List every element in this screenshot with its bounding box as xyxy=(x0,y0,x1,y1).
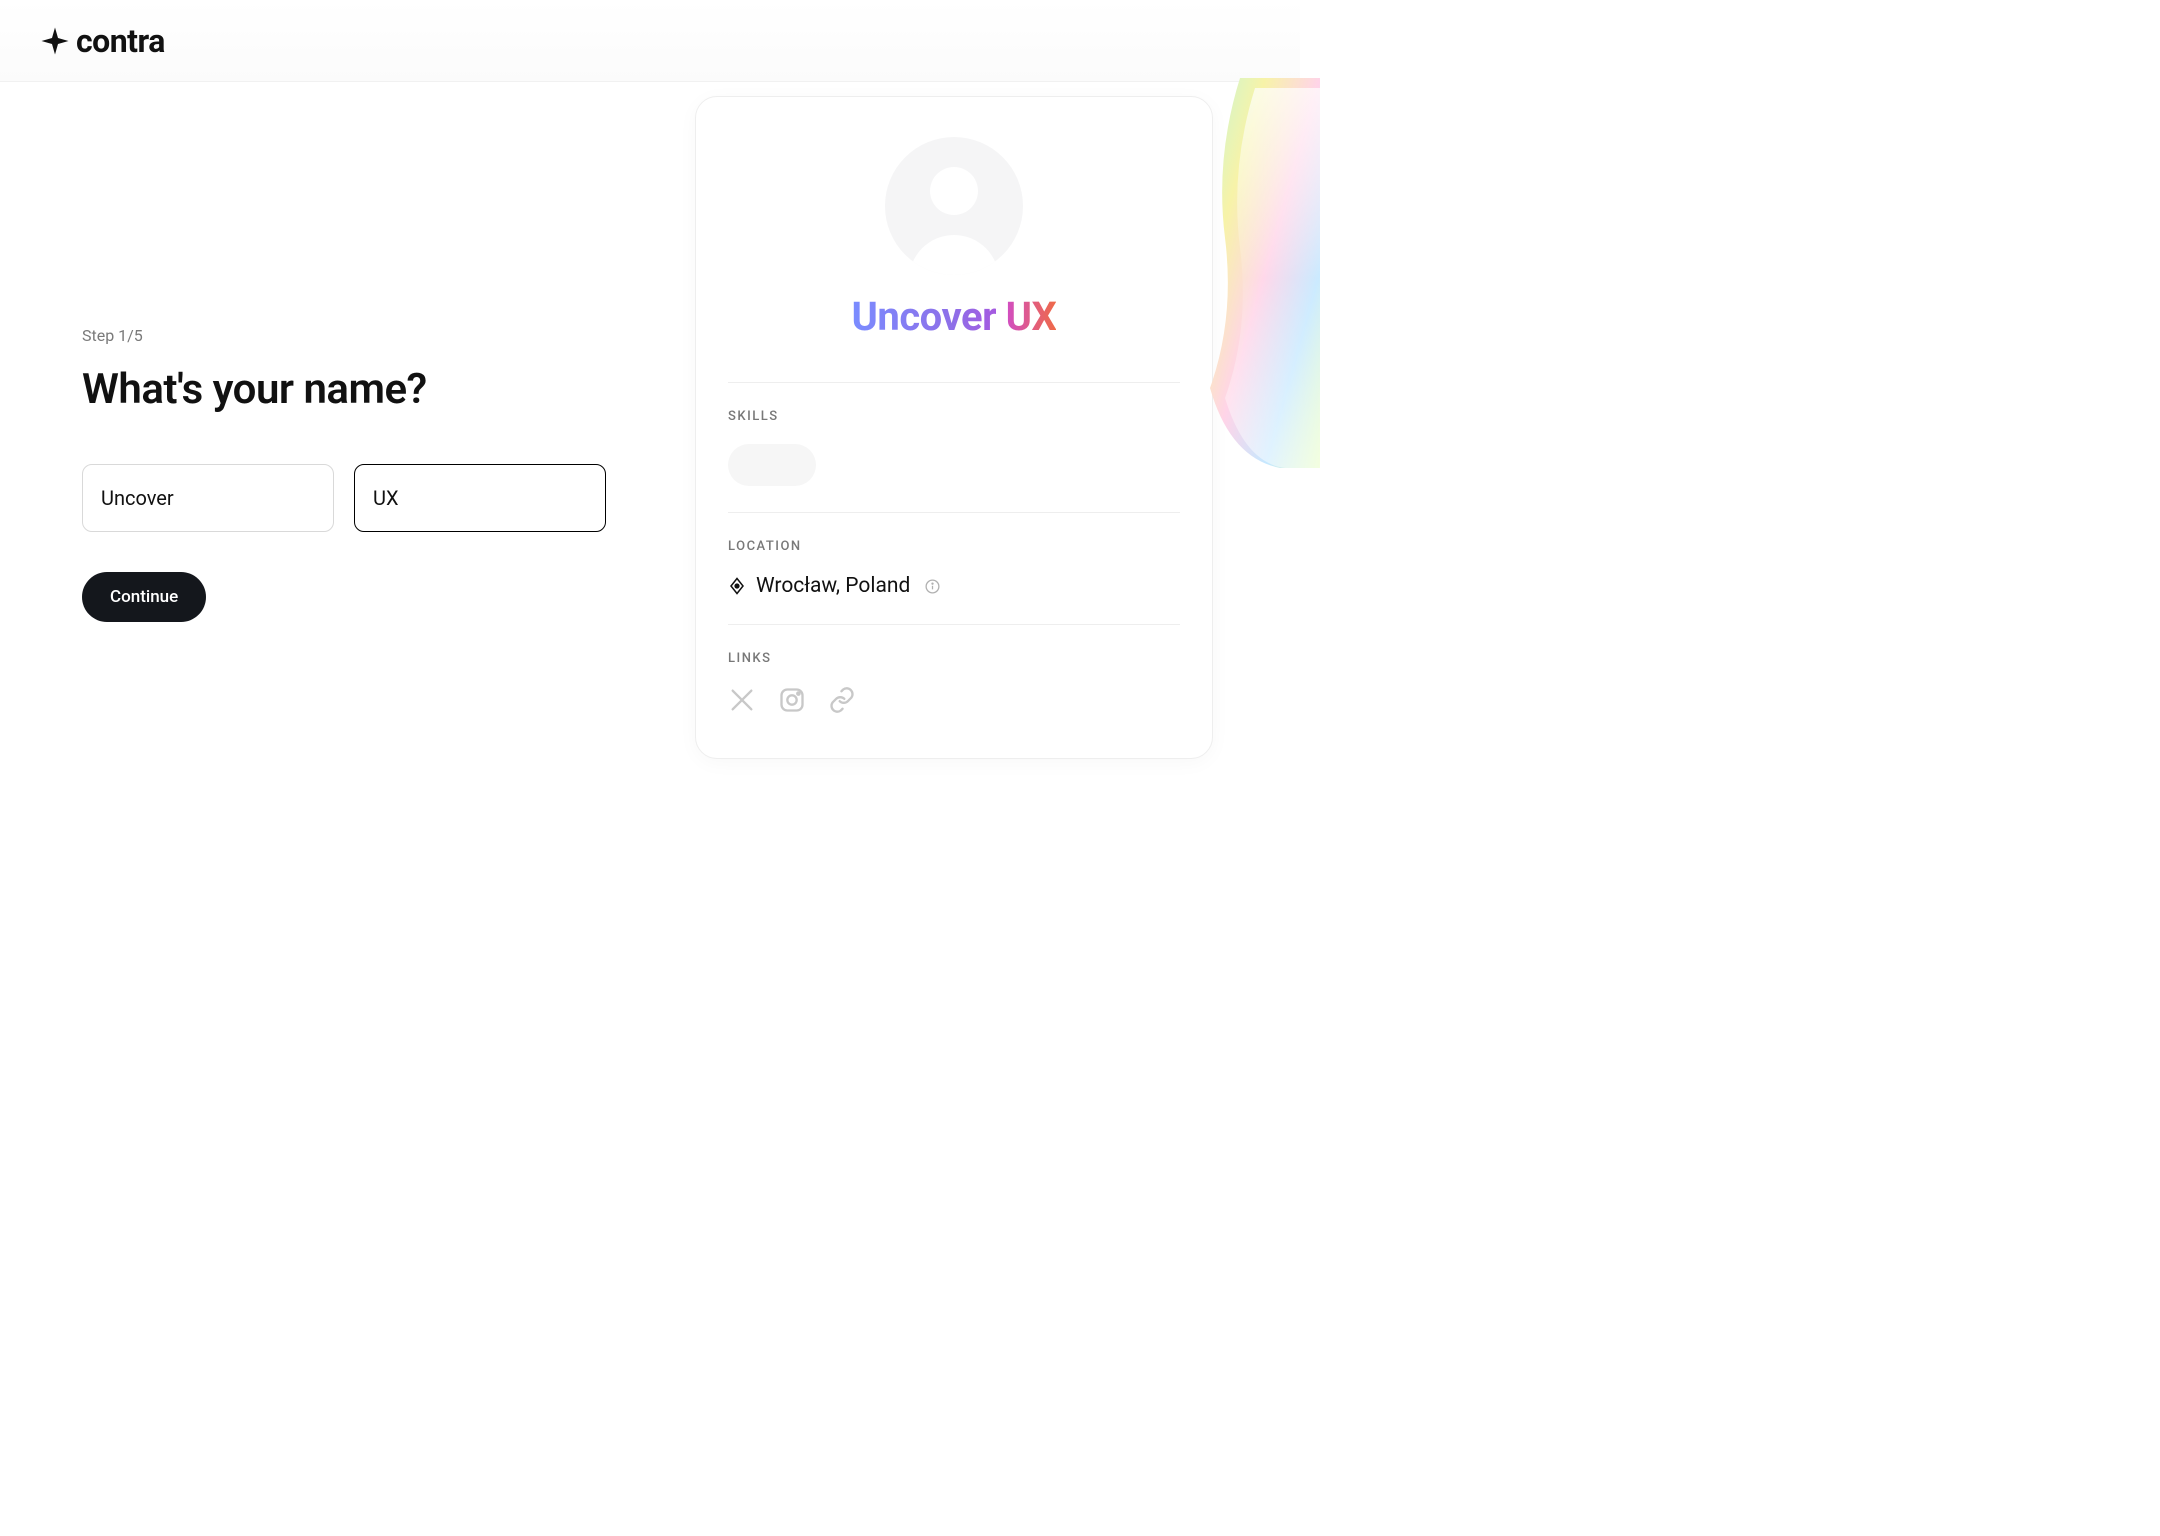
preview-column: Uncover UX SKILLS LOCATION Wrocław, Pola… xyxy=(620,96,1213,759)
name-input-row xyxy=(82,464,620,532)
location-pin-icon xyxy=(728,577,746,595)
profile-preview-card: Uncover UX SKILLS LOCATION Wrocław, Pola… xyxy=(695,96,1213,759)
last-name-input[interactable] xyxy=(354,464,606,532)
main-content: Step 1/5 What's your name? Continue Unco… xyxy=(0,82,1300,759)
info-icon[interactable] xyxy=(924,578,941,595)
skills-section: SKILLS xyxy=(728,382,1180,512)
avatar-placeholder xyxy=(885,137,1023,275)
contra-logo-icon xyxy=(40,26,70,56)
skills-label: SKILLS xyxy=(728,409,1180,424)
brand-logo: contra xyxy=(40,22,165,60)
profile-display-name: Uncover UX xyxy=(728,293,1180,340)
links-section: LINKS xyxy=(728,624,1180,714)
x-twitter-icon[interactable] xyxy=(728,686,756,714)
instagram-icon[interactable] xyxy=(778,686,806,714)
continue-button[interactable]: Continue xyxy=(82,572,206,622)
location-section: LOCATION Wrocław, Poland xyxy=(728,512,1180,624)
onboarding-form: Step 1/5 What's your name? Continue xyxy=(0,96,620,759)
location-value: Wrocław, Poland xyxy=(756,574,910,598)
location-label: LOCATION xyxy=(728,539,1180,554)
profile-first-name: Uncover xyxy=(852,293,997,340)
skill-pill-placeholder xyxy=(728,444,816,486)
decorative-blob xyxy=(1210,78,1320,468)
link-icon[interactable] xyxy=(828,686,856,714)
app-header: contra xyxy=(0,0,1300,82)
step-indicator: Step 1/5 xyxy=(82,326,620,345)
links-row xyxy=(728,686,1180,714)
profile-last-name: UX xyxy=(1006,293,1057,340)
links-label: LINKS xyxy=(728,651,1180,666)
location-row: Wrocław, Poland xyxy=(728,574,1180,598)
first-name-input[interactable] xyxy=(82,464,334,532)
brand-name: contra xyxy=(76,22,165,60)
form-heading: What's your name? xyxy=(82,365,620,414)
